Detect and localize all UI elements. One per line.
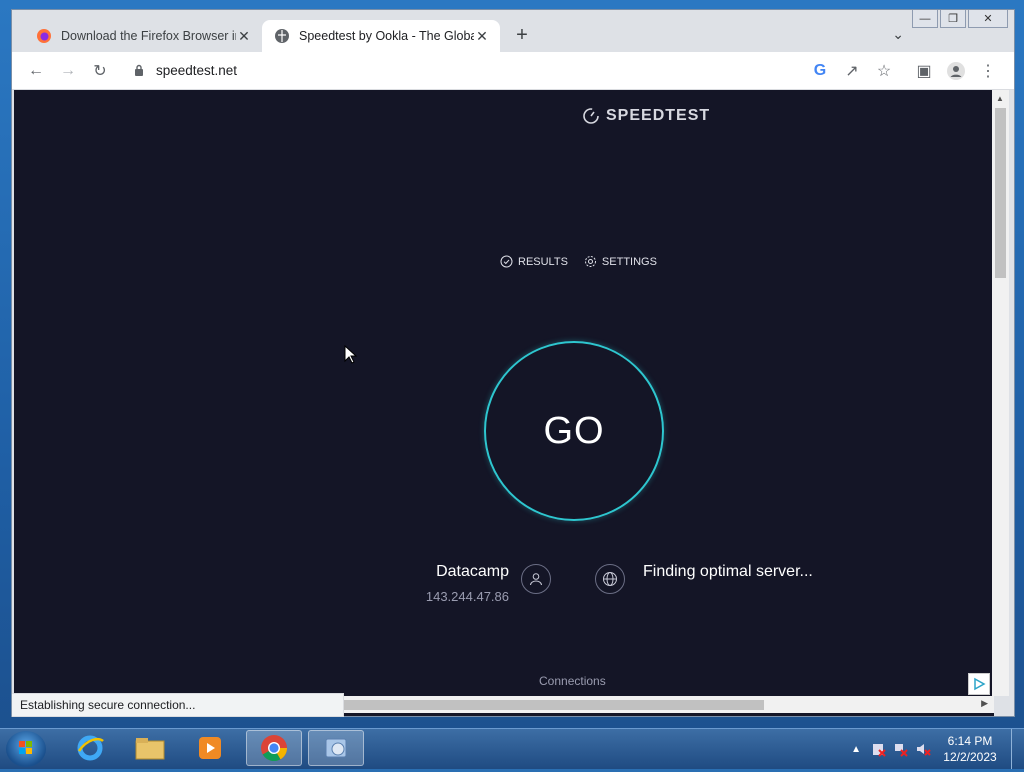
tab-speedtest[interactable]: Speedtest by Ookla - The Global ✕ [262,20,500,52]
check-circle-icon [500,255,513,268]
clock-date: 12/2/2023 [943,750,997,764]
volume-muted-icon[interactable] [915,741,931,757]
connections-label: Connections [539,674,606,688]
ip-address: 143.244.47.86 [425,589,509,604]
mouse-cursor-icon [344,345,358,364]
taskbar: ▲ 6:14 PM 12/2/2023 [0,728,1024,769]
firefox-icon [37,29,51,43]
user-icon[interactable] [521,564,551,594]
scroll-thumb[interactable] [995,108,1006,278]
menu-kebab-icon[interactable]: ⋮ [978,61,998,81]
isp-info: Datacamp 143.244.47.86 [426,563,509,604]
globe-icon[interactable] [595,564,625,594]
gear-icon [584,256,596,267]
results-link[interactable]: RESULTS [500,255,568,268]
browser-window: ― ❐ ✕ Download the Firefox Browser in ✕ … [11,9,1015,717]
speedtest-logo[interactable]: SPEEDTEST [582,107,710,125]
system-tray: ▲ 6:14 PM 12/2/2023 [851,729,1024,769]
chrome-icon[interactable] [246,730,302,766]
adchoices-icon[interactable] [968,673,990,695]
network-icon[interactable] [893,741,909,757]
scroll-up-icon[interactable]: ▲ [996,94,1004,103]
server-status[interactable]: Finding optimal server... [643,563,813,581]
bookmark-star-icon[interactable]: ☆ [874,61,894,81]
tab-search-chevron-icon[interactable]: ⌄ [892,26,904,43]
gauge-icon [583,108,599,124]
windows-logo-icon [19,741,32,754]
forward-icon[interactable]: → [58,61,78,81]
scroll-thumb[interactable] [344,700,764,710]
close-tab-icon[interactable]: ✕ [474,28,490,45]
vertical-scrollbar[interactable]: ▲ [992,90,1009,696]
globe-icon [275,29,289,43]
clock[interactable]: 6:14 PM 12/2/2023 [935,733,1005,765]
status-bar: Establishing secure connection... [12,693,344,717]
file-explorer-icon[interactable] [122,730,178,766]
media-player-icon[interactable] [182,730,238,766]
control-panel-icon[interactable] [308,730,364,766]
tab-firefox[interactable]: Download the Firefox Browser in ✕ [24,20,262,52]
logo-text: SPEEDTEST [606,107,711,124]
scroll-right-icon[interactable]: ▶ [981,698,988,709]
clock-time: 6:14 PM [947,734,993,748]
isp-name: Datacamp [436,563,509,580]
settings-link[interactable]: SETTINGS [584,255,657,268]
side-panel-icon[interactable]: ▣ [914,61,934,81]
start-button[interactable] [6,731,46,767]
share-icon[interactable]: ↗ [842,61,862,81]
show-desktop-button[interactable] [1011,729,1024,769]
back-icon[interactable]: ← [26,61,46,81]
toolbar: ← → ↻ speedtest.net G ↗ ☆ ▣ ⋮ [12,52,1014,90]
profile-icon[interactable] [946,61,966,81]
speedtest-page: SPEEDTEST RESULTS SETTINGS GO Datacamp 1… [14,90,994,716]
show-hidden-icons-icon[interactable]: ▲ [851,744,861,755]
tab-title: Download the Firefox Browser in [61,29,236,43]
go-button[interactable]: GO [484,341,664,521]
google-icon[interactable]: G [810,61,830,81]
action-center-icon[interactable] [871,741,887,757]
close-tab-icon[interactable]: ✕ [236,28,252,45]
reload-icon[interactable]: ↻ [90,61,110,81]
internet-explorer-icon[interactable] [62,730,118,766]
speedtest-nav: RESULTS SETTINGS [500,255,657,268]
lock-icon[interactable] [134,64,144,76]
tab-strip: Download the Firefox Browser in ✕ Speedt… [12,20,1014,52]
tab-title: Speedtest by Ookla - The Global [299,29,474,43]
new-tab-button[interactable]: + [510,24,534,47]
address-bar[interactable]: speedtest.net [156,63,237,78]
